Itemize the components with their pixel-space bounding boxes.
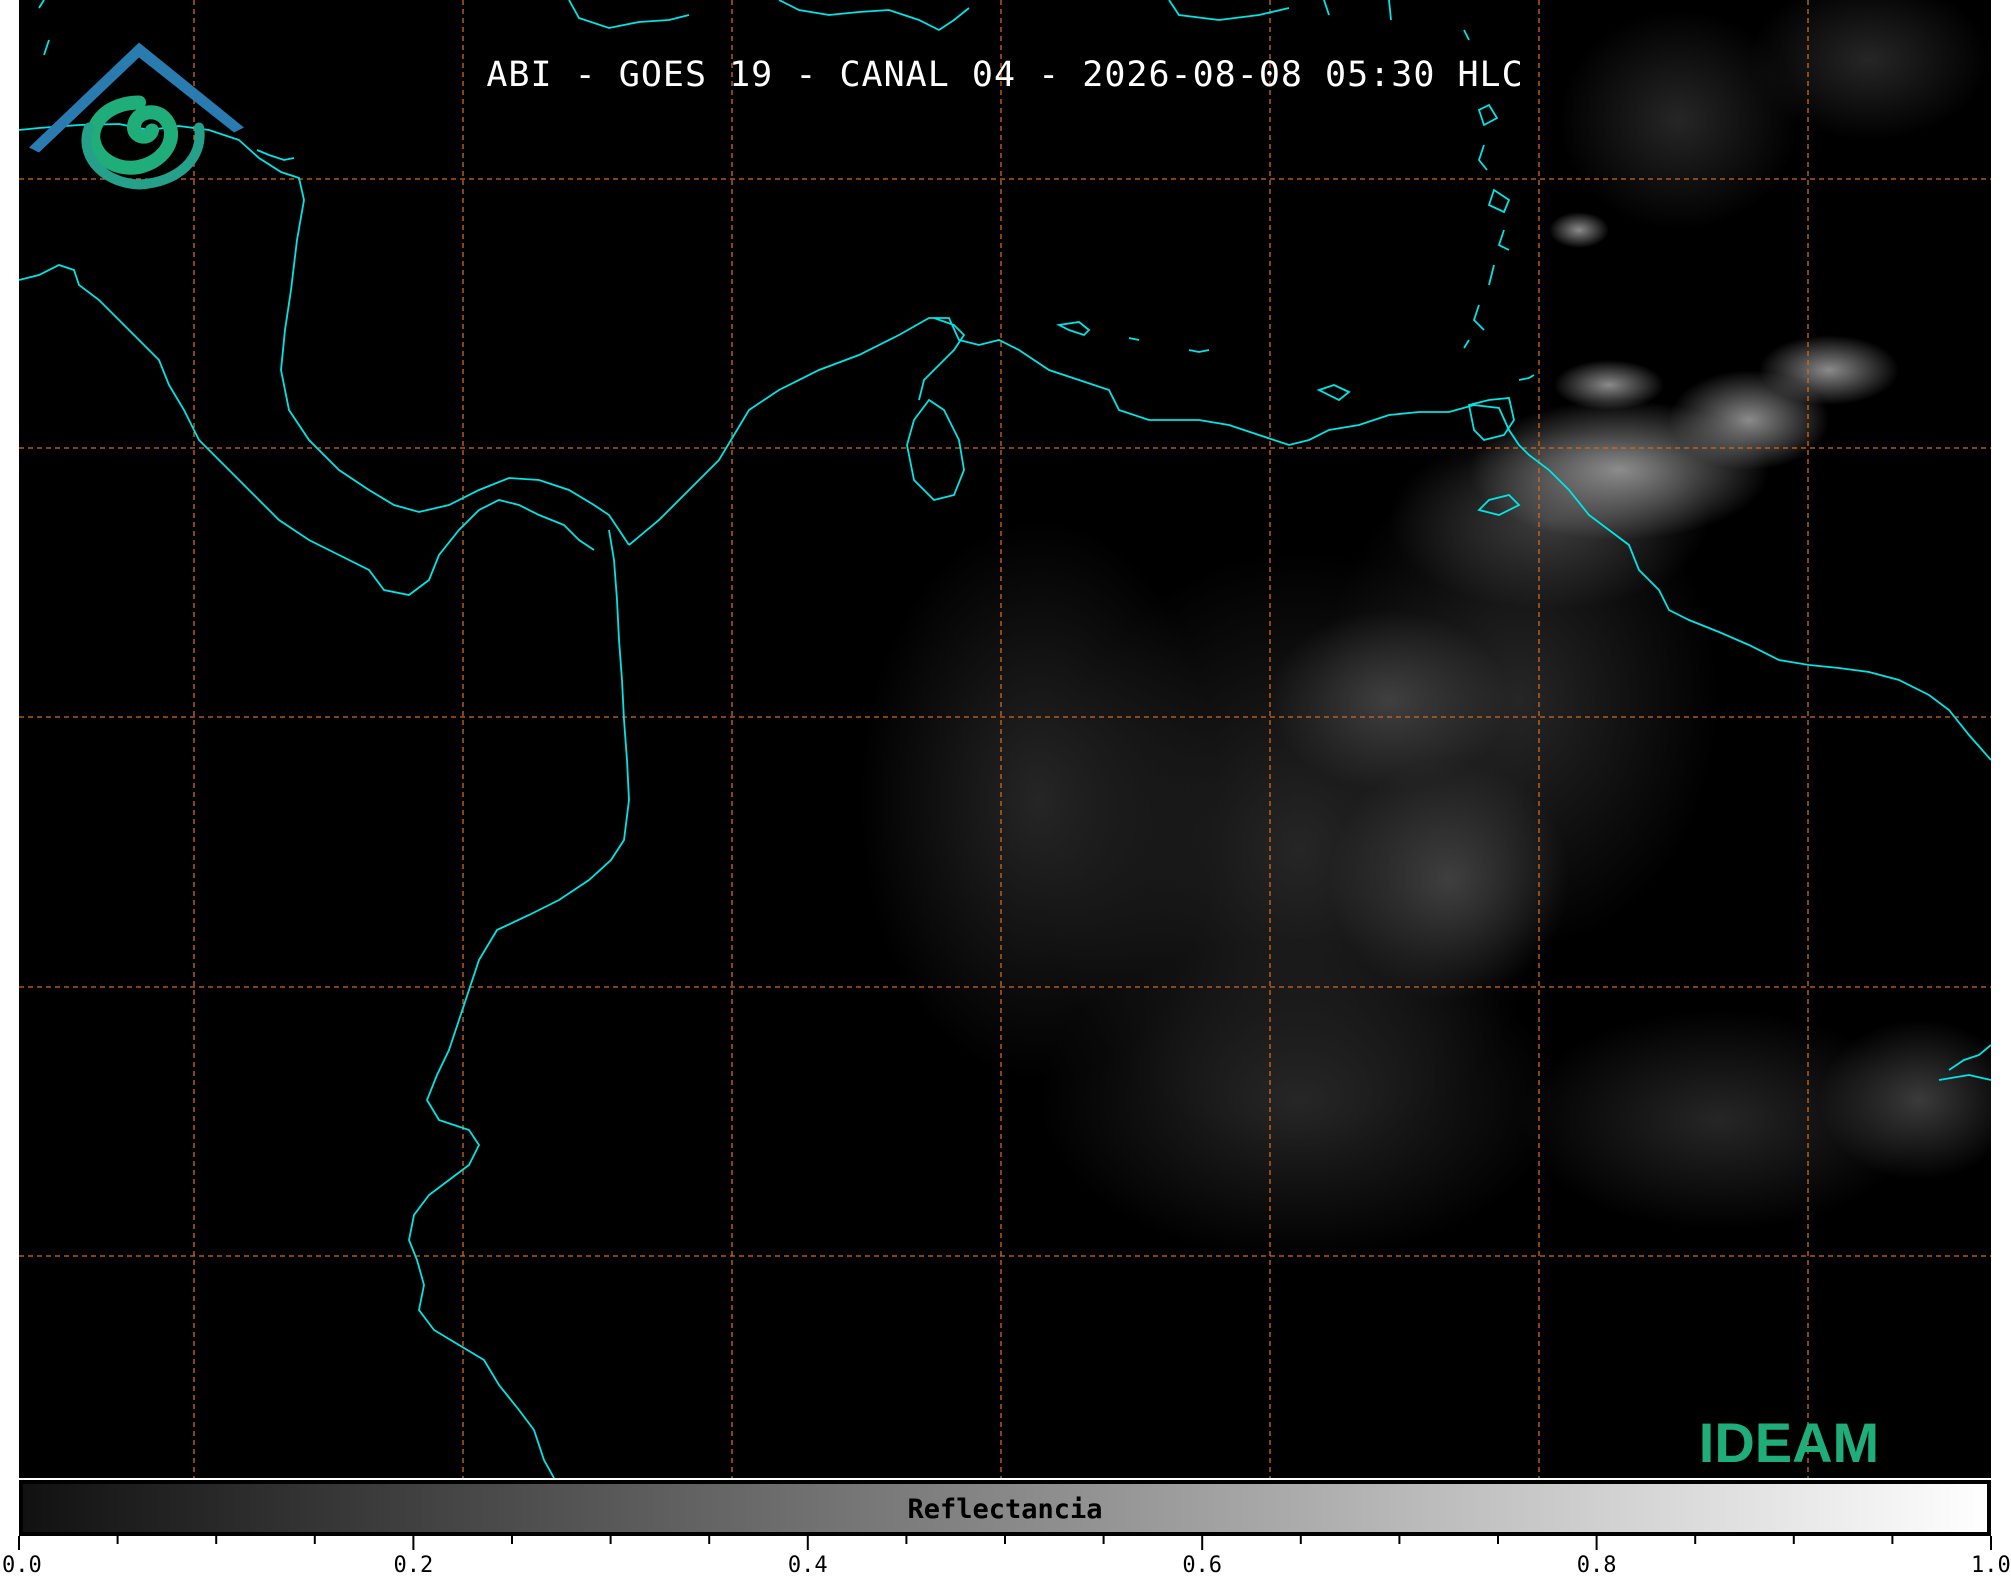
colorbar-tick-label: 0.2 xyxy=(393,1553,434,1578)
map-title: ABI - GOES 19 - CANAL 04 - 2026-08-08 05… xyxy=(486,55,1524,95)
colorbar-ticks xyxy=(18,1536,1992,1550)
map-canvas xyxy=(19,0,1991,1478)
colorbar-tick-label: 0.0 xyxy=(2,1553,42,1578)
colorbar-axis: 0.0 0.2 0.4 0.6 0.8 1.0 xyxy=(0,1536,2011,1578)
colorbar-label: Reflectancia xyxy=(907,1494,1103,1525)
colorbar: Reflectancia xyxy=(19,1480,1991,1536)
satellite-map: ABI - GOES 19 - CANAL 04 - 2026-08-08 05… xyxy=(19,0,1991,1478)
ideam-logo-text: IDEAM xyxy=(1698,1411,1880,1474)
colorbar-tick-label: 0.8 xyxy=(1576,1553,1617,1578)
colorbar-tick-label: 0.6 xyxy=(1182,1553,1223,1578)
cloud-layer xyxy=(859,0,1991,1260)
colorbar-tick-label: 1.0 xyxy=(1971,1553,2011,1578)
colorbar-tick-label: 0.4 xyxy=(787,1553,828,1578)
ideam-logo-icon xyxy=(29,42,244,190)
